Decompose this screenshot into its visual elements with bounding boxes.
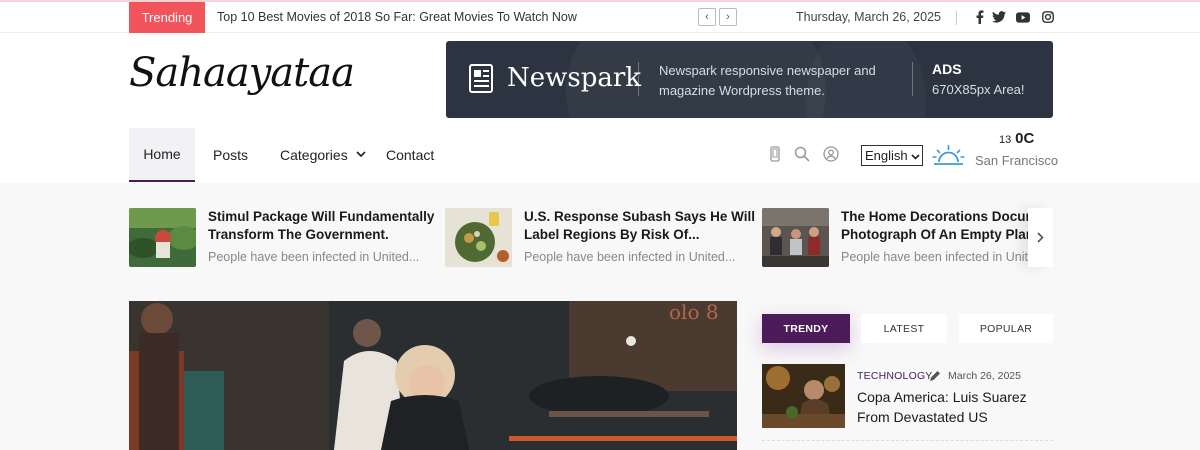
divider	[762, 440, 1053, 441]
trending-headline[interactable]: Top 10 Best Movies of 2018 So Far: Great…	[217, 10, 577, 24]
language-value: English	[865, 148, 908, 163]
ad-brand: Newspark	[507, 63, 642, 93]
headline-title[interactable]: Stimul Package Will Fundamentally Transfo…	[208, 208, 448, 244]
site-logo[interactable]: Sahaayataa	[129, 50, 355, 96]
chevron-down-icon	[356, 150, 366, 161]
tab-trendy[interactable]: TRENDY	[762, 314, 850, 343]
chevron-right-icon	[1037, 230, 1044, 246]
temperature-value: 13	[999, 134, 1012, 146]
nav-label: Contact	[386, 147, 435, 163]
headline-title-line: Transform The Government.	[208, 227, 389, 242]
post-thumbnail[interactable]	[762, 364, 845, 428]
headline-thumbnail[interactable]	[445, 208, 512, 267]
temperature-unit: 0C	[1015, 130, 1035, 147]
tab-latest[interactable]: LATEST	[861, 314, 947, 343]
nav-categories[interactable]: Categories	[280, 128, 366, 182]
search-icon[interactable]	[794, 146, 810, 162]
post-date: March 26, 2025	[948, 370, 1021, 382]
trending-prev-button[interactable]: ‹	[698, 8, 716, 26]
headlines-next-button[interactable]	[1028, 208, 1053, 267]
headline-thumbnail[interactable]	[762, 208, 829, 267]
headline-card[interactable]: The Home Decorations Docume Photograph Of…	[762, 208, 1032, 268]
headline-title[interactable]: U.S. Response Subash Says He Will Label R…	[524, 208, 764, 244]
headline-title-line: Stimul Package Will Fundamentally	[208, 209, 435, 224]
headline-title-line: Label Regions By Risk Of...	[524, 227, 700, 242]
chevron-down-icon	[911, 148, 920, 163]
ad-banner[interactable]: Newspark Newspark responsive newspaper a…	[446, 41, 1053, 118]
trending-next-button[interactable]: ›	[719, 8, 737, 26]
newspaper-icon	[468, 63, 496, 95]
nav-home[interactable]: Home	[129, 128, 195, 182]
nav-label: Posts	[213, 147, 249, 163]
divider	[956, 11, 957, 25]
temperature: 13 0C	[999, 130, 1034, 147]
headline-excerpt: People have been infected in Unite	[841, 250, 1029, 264]
youtube-icon[interactable]	[1016, 10, 1030, 24]
pencil-icon	[929, 369, 941, 381]
weather-city: San Francisco	[975, 153, 1059, 168]
headline-card[interactable]: Stimul Package Will Fundamentally Transfo…	[129, 208, 439, 268]
sunrise-icon	[932, 143, 965, 167]
current-date: Thursday, March 26, 2025	[796, 10, 941, 24]
svg-text:olo 8: olo 8	[669, 301, 719, 324]
mobile-icon[interactable]	[767, 146, 783, 162]
nav-label: Categories	[280, 147, 348, 163]
post-category[interactable]: TECHNOLOGY	[857, 370, 933, 382]
headline-title-line: Photograph Of An Empty Plane	[841, 227, 1031, 242]
facebook-icon[interactable]	[972, 10, 986, 24]
headline-card[interactable]: U.S. Response Subash Says He Will Label R…	[445, 208, 755, 268]
divider	[638, 62, 639, 96]
ad-size: 670X85px Area!	[932, 82, 1025, 97]
ad-title: ADS	[932, 61, 962, 77]
twitter-icon[interactable]	[992, 10, 1006, 24]
language-select[interactable]: English	[861, 145, 923, 166]
post-title[interactable]: Copa America: Luis Suarez From Devastate…	[857, 387, 1057, 427]
nav-contact[interactable]: Contact	[386, 128, 434, 182]
nav-label: Home	[143, 146, 181, 162]
headline-title-line: The Home Decorations Docume	[841, 209, 1031, 224]
ad-description: Newspark responsive newspaper and magazi…	[659, 63, 876, 98]
headline-title[interactable]: The Home Decorations Docume Photograph Of…	[841, 208, 1031, 244]
instagram-icon[interactable]	[1041, 10, 1055, 24]
nav-posts[interactable]: Posts	[213, 128, 248, 182]
tab-popular[interactable]: POPULAR	[959, 314, 1053, 343]
headline-thumbnail[interactable]	[129, 208, 196, 267]
headline-excerpt: People have been infected in United...	[524, 250, 736, 264]
headline-title-line: U.S. Response Subash Says He Will	[524, 209, 755, 224]
headline-excerpt: People have been infected in United...	[208, 250, 420, 264]
divider	[912, 62, 913, 96]
top-bar: Trending Top 10 Best Movies of 2018 So F…	[0, 0, 1200, 33]
user-icon[interactable]	[823, 146, 839, 162]
hero-image[interactable]: olo 8	[129, 301, 737, 450]
trending-badge: Trending	[129, 2, 205, 33]
